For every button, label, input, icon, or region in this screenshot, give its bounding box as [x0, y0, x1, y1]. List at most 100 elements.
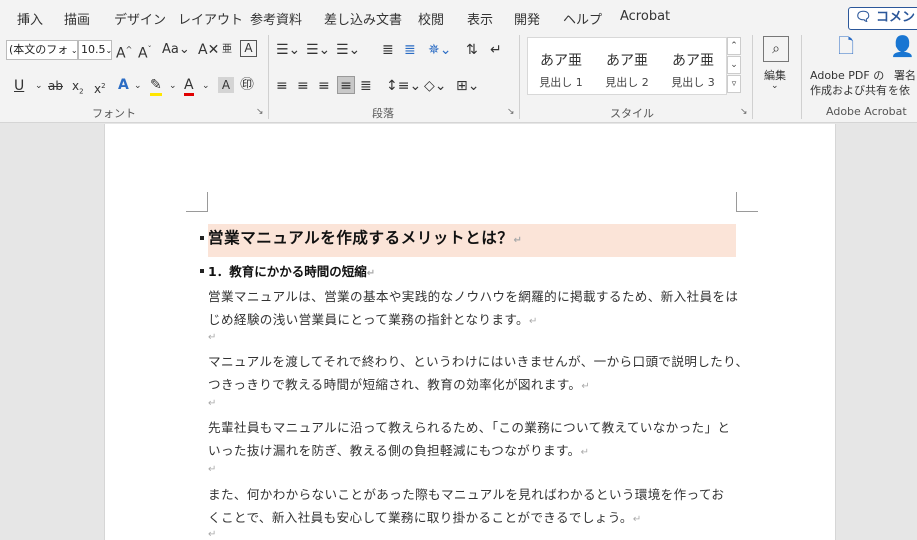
borders-icon[interactable]: ⊞⌄ [456, 77, 479, 95]
editing-dropdown-icon[interactable]: ⌄ [771, 81, 779, 91]
bullets-icon[interactable]: ☰⌄ [276, 41, 300, 59]
paragraph-text: くことで、新入社員も安心して業務に取り掛かることができるでしょう。 [208, 510, 633, 525]
distributed-icon[interactable]: ≣ [360, 77, 372, 95]
empty-paragraph-mark: ↵ [208, 529, 217, 540]
ribbon-separator [268, 35, 269, 119]
enclose-characters-icon[interactable]: ㊞ [240, 76, 254, 94]
paragraph-mark: ↵ [581, 381, 591, 392]
decrease-indent-icon[interactable]: ≣ [382, 41, 394, 59]
doc-heading-text: 営業マニュアルを作成するメリットとは？ [208, 229, 514, 247]
style-sample: あア亜 [606, 53, 648, 69]
text-effects-dropdown-icon[interactable]: ⌄ [134, 77, 142, 95]
ribbon-separator [519, 35, 520, 119]
character-border-icon[interactable]: A [240, 40, 257, 57]
asian-layout-icon[interactable]: ✵⌄ [428, 41, 451, 59]
styles-scroll-up-icon[interactable]: ⌃ [727, 37, 741, 55]
paragraph-line[interactable]: マニュアルを渡してそれで終わり、というわけにはいきませんが、一から口頭で説明した… [208, 351, 749, 370]
paragraph-dialog-launcher-icon[interactable]: ↘ [507, 107, 515, 117]
phonetic-guide-icon[interactable]: 亜 [222, 41, 232, 59]
text-effects-icon[interactable]: A [118, 76, 129, 94]
highlight-dropdown-icon[interactable]: ⌄ [169, 77, 177, 95]
change-case-icon[interactable]: Aa⌄ [162, 41, 190, 59]
styles-more-icon[interactable]: ▿ [727, 75, 741, 93]
tab-view[interactable]: 表示 [467, 9, 493, 28]
ribbon-tab-bar: 挿入 描画 デザイン レイアウト 参考資料 差し込み文書 校閲 表示 開発 ヘル… [0, 0, 917, 33]
highlight-icon[interactable]: ✎ [150, 76, 162, 96]
comments-button[interactable]: 🗨 コメント [848, 7, 917, 30]
character-shading-icon[interactable]: A [218, 77, 234, 93]
paragraph-line[interactable]: じめ経験の浅い営業員にとって業務の指針となります。↵ [208, 309, 538, 328]
shading-icon[interactable]: ◇⌄ [424, 77, 447, 95]
paragraph-line[interactable]: 先輩社員もマニュアルに沿って教えられるため、「この業務について教えていなかった」… [208, 417, 730, 436]
clear-formatting-icon[interactable]: A✕ [198, 41, 219, 59]
paragraph-group-label: 段落 [372, 107, 394, 120]
superscript-icon[interactable]: x2 [94, 77, 106, 98]
align-left-icon[interactable]: ≡ [276, 77, 288, 95]
multilevel-list-icon[interactable]: ☰⌄ [336, 41, 360, 59]
crop-mark [736, 211, 758, 212]
tab-help[interactable]: ヘルプ [563, 9, 602, 28]
underline-icon[interactable]: U [14, 77, 24, 95]
style-heading-1[interactable]: あア亜 見出し 1 [528, 38, 594, 94]
font-color-dropdown-icon[interactable]: ⌄ [202, 77, 210, 95]
tab-review[interactable]: 校閲 [418, 9, 444, 28]
align-right-icon[interactable]: ≡ [318, 77, 330, 95]
paragraph-line[interactable]: いった抜け漏れを防ぎ、教える側の負担軽減にもつながります。↵ [208, 440, 589, 459]
doc-subheading[interactable]: 1．教育にかかる時間の短縮↵ [208, 261, 375, 280]
style-heading-3[interactable]: あア亜 見出し 3 [660, 38, 726, 94]
shrink-font-icon[interactable]: Aˇ [138, 41, 152, 63]
paragraph-line[interactable]: また、何かわからないことがあった際もマニュアルを見ればわかるという環境を作ってお [208, 484, 724, 503]
request-signature-icon[interactable]: 👤 [890, 36, 915, 56]
tab-layout[interactable]: レイアウト [178, 9, 243, 28]
ribbon: (本文のフォ ⌄ 10.5⌄ A^ Aˇ Aa⌄ A✕ 亜 A U ⌄ ab x… [0, 33, 917, 123]
tab-acrobat[interactable]: Acrobat [620, 9, 670, 24]
grow-font-icon[interactable]: A^ [116, 41, 132, 63]
paragraph-mark: ↵ [632, 514, 642, 525]
show-marks-icon[interactable]: ↵ [490, 41, 502, 59]
styles-dialog-launcher-icon[interactable]: ↘ [740, 107, 748, 117]
font-group-label: フォント [92, 107, 136, 120]
tab-insert[interactable]: 挿入 [17, 9, 43, 28]
style-sample: あア亜 [672, 53, 714, 69]
create-share-pdf-line1[interactable]: Adobe PDF の [810, 67, 884, 83]
font-size-select[interactable]: 10.5⌄ [78, 40, 112, 60]
line-spacing-icon[interactable]: ↕≡⌄ [386, 77, 421, 95]
subheading-bullet [200, 269, 204, 273]
find-icon[interactable]: ⌕ [763, 36, 789, 62]
font-size-value: 10.5 [81, 43, 106, 56]
subscript-icon[interactable]: x2 [72, 77, 84, 100]
align-center-icon[interactable]: ≡ [297, 77, 309, 95]
tab-design[interactable]: デザイン [114, 9, 166, 28]
paragraph-line[interactable]: 営業マニュアルは、営業の基本や実践的なノウハウを網羅的に掲載するため、新入社員を… [208, 286, 738, 305]
request-signature-line1[interactable]: 署名 [894, 67, 916, 83]
font-dialog-launcher-icon[interactable]: ↘ [256, 107, 264, 117]
increase-indent-icon[interactable]: ≣ [404, 41, 416, 59]
create-pdf-icon[interactable]: 🗋 [838, 36, 854, 56]
tab-draw[interactable]: 描画 [64, 9, 90, 28]
doc-heading[interactable]: 営業マニュアルを作成するメリットとは？↵ [208, 226, 522, 248]
paragraph-text: いった抜け漏れを防ぎ、教える側の負担軽減にもつながります。 [208, 443, 581, 458]
font-name-select[interactable]: (本文のフォ ⌄ [6, 40, 78, 60]
tab-developer[interactable]: 開発 [514, 9, 540, 28]
paragraph-line[interactable]: くことで、新入社員も安心して業務に取り掛かることができるでしょう。↵ [208, 507, 642, 526]
numbering-icon[interactable]: ☰⌄ [306, 41, 330, 59]
styles-scroll-down-icon[interactable]: ⌄ [727, 56, 741, 74]
request-signature-line2[interactable]: を依 [888, 82, 910, 98]
tab-references[interactable]: 参考資料 [250, 9, 302, 28]
empty-paragraph-mark: ↵ [208, 398, 217, 409]
strikethrough-icon[interactable]: ab [48, 77, 63, 95]
style-heading-2[interactable]: あア亜 見出し 2 [594, 38, 660, 94]
paragraph-text: じめ経験の浅い営業員にとって業務の指針となります。 [208, 312, 529, 327]
font-color-icon[interactable]: A [184, 76, 194, 96]
create-share-pdf-line2[interactable]: 作成および共有 [810, 82, 887, 98]
underline-dropdown-icon[interactable]: ⌄ [35, 77, 43, 95]
justify-icon[interactable]: ≡ [337, 76, 355, 94]
paragraph-mark: ↵ [528, 316, 538, 327]
styles-group-label: スタイル [610, 107, 654, 120]
crop-mark [207, 192, 208, 211]
comments-label: コメント [876, 10, 917, 25]
style-name: 見出し 3 [671, 76, 715, 89]
sort-icon[interactable]: ⇅ [466, 41, 478, 59]
paragraph-line[interactable]: つきっきりで教える時間が短縮され、教育の効率化が図れます。↵ [208, 374, 590, 393]
tab-mailings[interactable]: 差し込み文書 [324, 9, 402, 28]
